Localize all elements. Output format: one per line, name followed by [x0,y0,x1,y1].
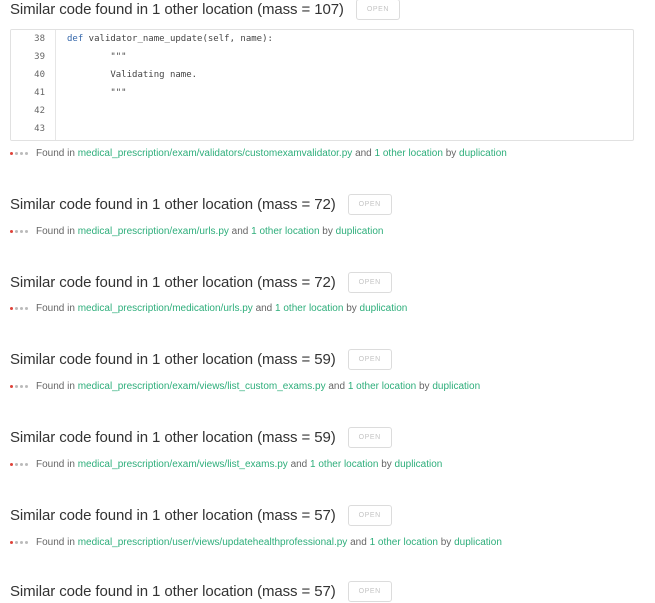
file-path-link[interactable]: medical_prescription/exam/views/list_exa… [78,459,288,470]
and-label: and [231,225,249,237]
issue-item: Similar code found in 1 other location (… [10,503,655,527]
issue-title: Similar code found in 1 other location (… [10,195,336,213]
by-label: by [346,302,357,314]
issue-title: Similar code found in 1 other location (… [10,428,336,446]
found-in-label: Found in [36,536,75,548]
open-button[interactable]: OPEN [347,348,392,370]
file-path-link[interactable]: medical_prescription/exam/urls.py [78,226,229,237]
issue-title: Similar code found in 1 other location (… [10,0,344,18]
other-location-link[interactable]: 1 other location [310,459,378,470]
code-text: def validator_name_update(self, name): [67,30,273,48]
code-content: """ [67,52,127,62]
code-line: 39 """ [11,48,633,66]
severity-dots-icon [10,306,30,310]
engine-link[interactable]: duplication [459,148,507,159]
and-label: and [328,380,346,392]
file-path-link[interactable]: medical_prescription/exam/validators/cus… [78,148,353,159]
other-location-link[interactable]: 1 other location [348,381,416,392]
engine-link[interactable]: duplication [395,459,443,470]
severity-dots-icon [10,540,30,544]
issue-header: Similar code found in 1 other location (… [10,503,655,527]
issue-title: Similar code found in 1 other location (… [10,506,336,524]
issue-item: Similar code found in 1 other location (… [10,270,655,294]
issue-header: Similar code found in 1 other location (… [10,579,655,603]
engine-link[interactable]: duplication [336,226,384,237]
issue-item: Similar code found in 1 other location (… [10,192,655,216]
code-content: Validating name. [67,70,198,80]
file-path-link[interactable]: medical_prescription/exam/views/list_cus… [78,381,326,392]
issue-location: Found in medical_prescription/medication… [10,301,407,315]
other-location-link[interactable]: 1 other location [375,148,443,159]
and-label: and [350,536,367,548]
by-label: by [445,147,457,159]
code-line: 42 [11,102,633,120]
issue-header: Similar code found in 1 other location (… [10,0,655,21]
open-button[interactable]: OPEN [347,580,392,602]
line-number: 43 [34,124,45,134]
other-location-link[interactable]: 1 other location [370,537,438,548]
and-label: and [355,147,372,159]
found-in-label: Found in [36,147,75,159]
issue-item: Similar code found in 1 other location (… [10,0,655,21]
by-label: by [440,536,452,548]
found-in-label: Found in [36,302,75,314]
open-button[interactable]: OPEN [347,426,392,448]
severity-dots-icon [10,462,30,466]
file-path-link[interactable]: medical_prescription/user/views/updatehe… [78,537,348,548]
code-keyword: def [67,34,84,44]
code-line: 41 """ [11,84,633,102]
line-number: 40 [34,70,45,80]
issue-location: Found in medical_prescription/user/views… [10,535,502,549]
engine-link[interactable]: duplication [454,537,502,548]
line-number: 41 [34,88,45,98]
found-in-label: Found in [36,225,75,237]
code-line: 38 def validator_name_update(self, name)… [11,30,633,48]
code-line: 43 [11,120,633,138]
engine-link[interactable]: duplication [432,381,480,392]
issue-header: Similar code found in 1 other location (… [10,347,655,371]
issue-item: Similar code found in 1 other location (… [10,347,655,371]
issue-title: Similar code found in 1 other location (… [10,273,336,291]
line-number: 38 [34,34,45,44]
other-location-link[interactable]: 1 other location [275,303,343,314]
code-line: 40 Validating name. [11,66,633,84]
and-label: and [290,458,308,470]
by-label: by [322,225,333,237]
found-in-label: Found in [36,380,75,392]
code-content: validator_name_update(self, name): [83,34,273,44]
engine-link[interactable]: duplication [360,303,408,314]
by-label: by [419,380,430,392]
line-number: 39 [34,52,45,62]
open-button[interactable]: OPEN [355,0,401,20]
open-button[interactable]: OPEN [347,504,392,526]
by-label: by [381,458,392,470]
issue-item: Similar code found in 1 other location (… [10,425,655,449]
code-content: """ [67,88,127,98]
issue-header: Similar code found in 1 other location (… [10,192,655,216]
severity-dots-icon [10,229,30,233]
file-path-link[interactable]: medical_prescription/medication/urls.py [78,303,253,314]
other-location-link[interactable]: 1 other location [251,226,319,237]
code-snippet: 38 def validator_name_update(self, name)… [10,29,634,141]
found-in-label: Found in [36,458,75,470]
line-number: 42 [34,106,45,116]
issue-item: Similar code found in 1 other location (… [10,579,655,603]
open-button[interactable]: OPEN [347,193,392,215]
and-label: and [255,302,273,314]
issue-location: Found in medical_prescription/exam/valid… [10,146,507,160]
severity-dots-icon [10,151,30,155]
issue-header: Similar code found in 1 other location (… [10,270,655,294]
severity-dots-icon [10,384,30,388]
issue-title: Similar code found in 1 other location (… [10,350,336,368]
issue-location: Found in medical_prescription/exam/views… [10,457,442,471]
open-button[interactable]: OPEN [347,271,392,293]
issue-location: Found in medical_prescription/exam/urls.… [10,224,383,238]
issue-header: Similar code found in 1 other location (… [10,425,655,449]
issue-title: Similar code found in 1 other location (… [10,582,336,600]
issue-location: Found in medical_prescription/exam/views… [10,379,480,393]
